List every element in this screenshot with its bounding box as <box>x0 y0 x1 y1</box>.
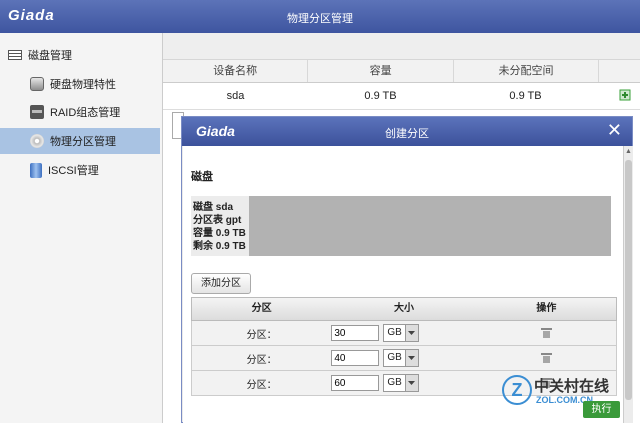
trash-icon[interactable] <box>540 328 552 338</box>
column-header-blank <box>599 60 640 82</box>
cell-device: sda <box>226 90 245 102</box>
watermark-name: 中关村在线 <box>534 378 610 395</box>
unit-select[interactable]: GB <box>383 349 419 367</box>
chevron-down-icon[interactable] <box>404 350 418 366</box>
device-table-header: 设备名称 容量 未分配空间 <box>163 60 640 83</box>
chevron-down-icon[interactable] <box>404 375 418 391</box>
dialog-title: 创建分区 <box>385 128 429 140</box>
table-row[interactable]: sda 0.9 TB 0.9 TB <box>163 83 640 110</box>
cell-unallocated: 0.9 TB <box>509 90 542 102</box>
size-input[interactable] <box>331 350 380 366</box>
sidebar-item-label: RAID组态管理 <box>50 107 121 119</box>
column-header: 分区 <box>251 303 272 314</box>
action-cell <box>477 328 616 338</box>
sidebar: 磁盘管理 硬盘物理特性 RAID组态管理 物理分区管理 ISCSI管理 <box>0 33 163 423</box>
iscsi-icon <box>30 162 42 178</box>
unit-value: GB <box>387 377 402 388</box>
raid-icon <box>30 105 44 119</box>
column-header: 操作 <box>536 303 557 314</box>
unit-select[interactable]: GB <box>383 324 419 342</box>
partition-label: 分区： <box>246 379 277 391</box>
disk-partition-table: 分区表 gpt <box>193 215 242 226</box>
main-toolbar <box>163 33 640 60</box>
sidebar-item-label: 物理分区管理 <box>50 136 116 148</box>
add-partition-button[interactable]: 添加分区 <box>191 273 251 294</box>
partition-label: 分区： <box>246 354 277 366</box>
table-row: 分区： GB <box>191 321 617 346</box>
table-row: 分区： GB <box>191 346 617 371</box>
sidebar-item-partition[interactable]: 物理分区管理 <box>0 128 160 154</box>
execute-button[interactable]: 执行 <box>583 401 620 418</box>
partition-label: 分区： <box>246 329 277 341</box>
size-input[interactable] <box>331 325 380 341</box>
disk-name: 磁盘 sda <box>193 202 234 213</box>
scroll-up-icon[interactable]: ▲ <box>624 148 633 156</box>
chevron-down-icon[interactable] <box>404 325 418 341</box>
column-header: 大小 <box>394 303 414 314</box>
scroll-thumb[interactable] <box>625 160 632 400</box>
disk-summary: 磁盘 sda 分区表 gpt 容量 0.9 TB 剩余 0.9 TB <box>191 196 611 256</box>
disk-remaining: 剩余 0.9 TB <box>193 241 246 252</box>
disk-capacity: 容量 0.9 TB <box>193 228 246 239</box>
trash-icon[interactable] <box>540 353 552 363</box>
size-input[interactable] <box>331 375 380 391</box>
sidebar-root-label: 磁盘管理 <box>28 50 72 62</box>
column-header[interactable]: 容量 <box>308 60 454 82</box>
zol-logo-icon: Z <box>502 375 532 405</box>
disk-section-label: 磁盘 <box>191 171 213 183</box>
close-icon[interactable]: ✕ <box>607 120 622 141</box>
disk-icon <box>30 77 44 91</box>
size-cell: GB <box>331 324 476 342</box>
cd-icon <box>30 134 44 148</box>
top-bar: Giada 物理分区管理 <box>0 0 640 33</box>
column-header[interactable]: 设备名称 <box>163 60 309 82</box>
sidebar-item-label: 硬盘物理特性 <box>50 79 116 91</box>
size-cell: GB <box>331 374 476 392</box>
sidebar-item-physical-properties[interactable]: 硬盘物理特性 <box>0 71 160 97</box>
drive-list-icon <box>8 50 22 60</box>
action-cell <box>477 353 616 363</box>
column-header[interactable]: 未分配空间 <box>454 60 600 82</box>
unit-select[interactable]: GB <box>383 374 419 392</box>
sidebar-item-iscsi[interactable]: ISCSI管理 <box>0 157 160 183</box>
disk-info: 磁盘 sda 分区表 gpt 容量 0.9 TB 剩余 0.9 TB <box>193 201 246 253</box>
sidebar-item-raid[interactable]: RAID组态管理 <box>0 99 160 125</box>
partition-table-header: 分区 大小 操作 <box>191 297 617 321</box>
disk-usage-bar <box>249 196 611 256</box>
add-partition-icon[interactable] <box>619 89 631 101</box>
dialog-header: Giada 创建分区 ✕ <box>182 117 632 146</box>
sidebar-item-label: ISCSI管理 <box>48 165 99 177</box>
cell-capacity: 0.9 TB <box>364 90 397 102</box>
unit-value: GB <box>387 327 402 338</box>
page-title: 物理分区管理 <box>287 13 353 25</box>
size-cell: GB <box>331 349 476 367</box>
unit-value: GB <box>387 352 402 363</box>
sidebar-root-disk-management[interactable]: 磁盘管理 <box>8 47 72 63</box>
